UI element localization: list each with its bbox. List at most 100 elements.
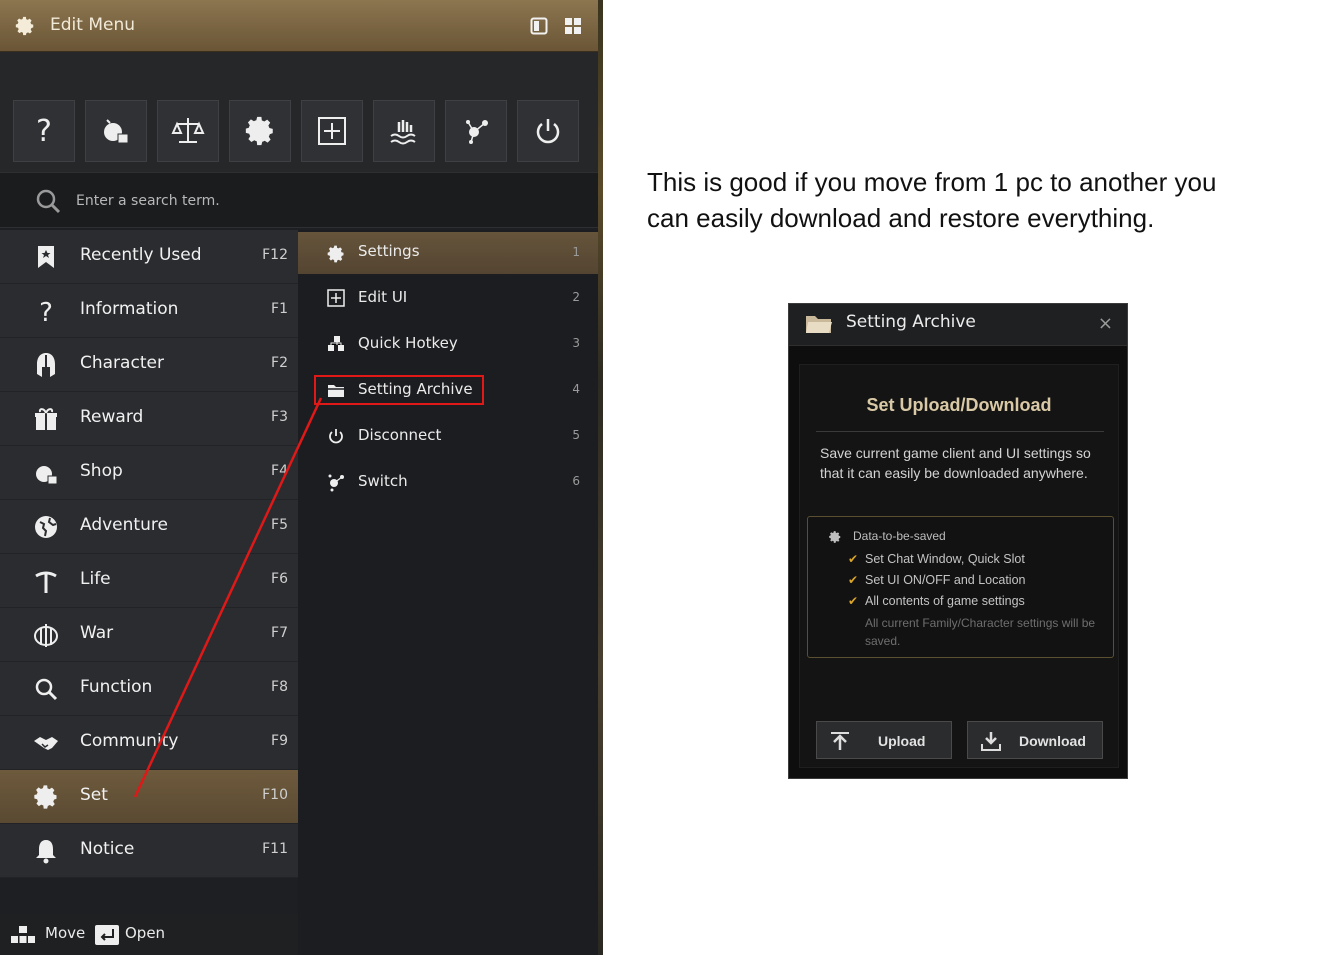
balance-button[interactable]: [157, 100, 219, 162]
menu-item-label: Adventure: [80, 515, 168, 535]
switch-icon: [328, 474, 344, 492]
enter-key-icon: [95, 925, 119, 945]
submenu-item-edit-ui[interactable]: Edit UI 2: [298, 276, 598, 320]
check-icon: ✔: [848, 594, 859, 608]
explanation-line-2: can easily download and restore everythi…: [647, 203, 1155, 233]
upload-icon: [831, 732, 849, 750]
pickaxe-icon: [35, 571, 57, 593]
submenu-item-label: Quick Hotkey: [358, 334, 458, 352]
helmet-icon: [37, 353, 55, 377]
data-item: Set Chat Window, Quick Slot: [865, 552, 1025, 566]
svg-text:?: ?: [36, 114, 52, 148]
menu-item-hotkey: F1: [271, 301, 288, 317]
close-icon[interactable]: ×: [1098, 313, 1113, 334]
dialog-header[interactable]: Setting Archive ×: [789, 304, 1127, 346]
handshake-icon: [34, 737, 58, 750]
upload-button[interactable]: Upload: [816, 721, 952, 759]
edit-ui-icon: [318, 117, 346, 145]
globe-icon: [35, 516, 57, 538]
life-button[interactable]: [373, 100, 435, 162]
menu-item-label: Reward: [80, 407, 144, 427]
menu-item-label: Character: [80, 353, 164, 373]
magnifier-icon: [35, 678, 58, 701]
panel-layout-icon[interactable]: [530, 17, 548, 35]
menu-item-notice[interactable]: Notice F11: [0, 824, 298, 878]
menu-item-shop[interactable]: Shop F4: [0, 446, 298, 500]
gear-icon: [245, 116, 273, 146]
menu-item-life[interactable]: Life F6: [0, 554, 298, 608]
svg-text:?: ?: [39, 298, 53, 325]
folder-icon: [806, 316, 832, 333]
menu-item-set[interactable]: Set F10: [0, 770, 298, 824]
dialog-heading: Set Upload/Download: [866, 395, 1052, 415]
menu-item-information[interactable]: ? Information F1: [0, 284, 298, 338]
window-title: Edit Menu: [50, 15, 135, 35]
submenu-item-number: 1: [572, 245, 580, 259]
shop-icon: [104, 119, 129, 144]
edit-menu-window: Edit Menu ? Enter a search term. Recentl…: [0, 0, 603, 955]
heading-divider: [816, 431, 1104, 432]
menu-item-recently-used[interactable]: Recently Used F12: [0, 230, 298, 284]
switch-icon: [466, 120, 488, 144]
submenu-item-number: 6: [572, 474, 580, 488]
bell-icon: [36, 840, 56, 864]
dialog-body: Set Upload/Download Save current game cl…: [799, 364, 1119, 768]
set-submenu: Settings 1 Edit UI 2 Quick Hotkey 3 Sett…: [298, 230, 598, 955]
search-bar: [0, 172, 598, 228]
submenu-item-label: Disconnect: [358, 426, 442, 444]
power-button[interactable]: [517, 100, 579, 162]
menu-item-character[interactable]: Character F2: [0, 338, 298, 392]
search-icon: [36, 189, 61, 214]
switch-button[interactable]: [445, 100, 507, 162]
menu-item-function[interactable]: Function F8: [0, 662, 298, 716]
title-bar[interactable]: Edit Menu: [0, 0, 598, 52]
balance-icon: [171, 118, 205, 143]
menu-item-hotkey: F9: [271, 733, 288, 749]
download-button[interactable]: Download: [967, 721, 1103, 759]
menu-item-reward[interactable]: Reward F3: [0, 392, 298, 446]
submenu-item-settings[interactable]: Settings 1: [298, 232, 598, 274]
menu-item-adventure[interactable]: Adventure F5: [0, 500, 298, 554]
data-to-be-saved-box: Data-to-be-saved ✔ Set Chat Window, Quic…: [807, 516, 1114, 658]
gear-icon: [34, 785, 57, 809]
menu-item-hotkey: F8: [271, 679, 288, 695]
menu-item-hotkey: F3: [271, 409, 288, 425]
life-icon: [390, 120, 416, 145]
submenu-item-number: 4: [572, 382, 580, 396]
menu-item-community[interactable]: Community F9: [0, 716, 298, 770]
background-strip: [598, 0, 603, 955]
gear-icon: [327, 245, 344, 263]
menu-item-war[interactable]: War F7: [0, 608, 298, 662]
power-icon: [536, 119, 560, 144]
explanation-text: This is good if you move from 1 pc to an…: [647, 164, 1317, 236]
submenu-item-label: Edit UI: [358, 288, 408, 306]
menu-item-hotkey: F11: [262, 841, 288, 857]
gear-icon: [829, 531, 841, 543]
bookmark-icon: [38, 246, 54, 268]
menu-item-hotkey: F2: [271, 355, 288, 371]
search-input[interactable]: [76, 187, 556, 215]
submenu-item-switch[interactable]: Switch 6: [298, 460, 598, 504]
shop-icon: [36, 466, 58, 485]
submenu-item-disconnect[interactable]: Disconnect 5: [298, 414, 598, 458]
upload-label: Upload: [878, 733, 926, 749]
annotation-highlight-box: [314, 375, 484, 405]
data-note: All current Family/Character settings wi…: [865, 616, 1096, 648]
data-item: All contents of game settings: [865, 594, 1025, 608]
menu-item-label: Function: [80, 677, 153, 697]
move-keys-icon: [11, 926, 35, 943]
hotkey-icon: [328, 336, 344, 351]
settings-button[interactable]: [229, 100, 291, 162]
dialog-title: Setting Archive: [846, 312, 976, 332]
check-icon: ✔: [848, 573, 859, 587]
open-hint: Open: [125, 924, 166, 942]
help-button[interactable]: ?: [13, 100, 75, 162]
submenu-item-quick-hotkey[interactable]: Quick Hotkey 3: [298, 322, 598, 366]
download-icon: [981, 732, 1001, 751]
menu-item-label: Set: [80, 785, 108, 805]
dialog-description: Save current game client and UI settings…: [820, 445, 1091, 481]
menu-item-hotkey: F4: [271, 463, 288, 479]
shop-button[interactable]: [85, 100, 147, 162]
grid-layout-icon[interactable]: [564, 17, 582, 35]
edit-ui-button[interactable]: [301, 100, 363, 162]
